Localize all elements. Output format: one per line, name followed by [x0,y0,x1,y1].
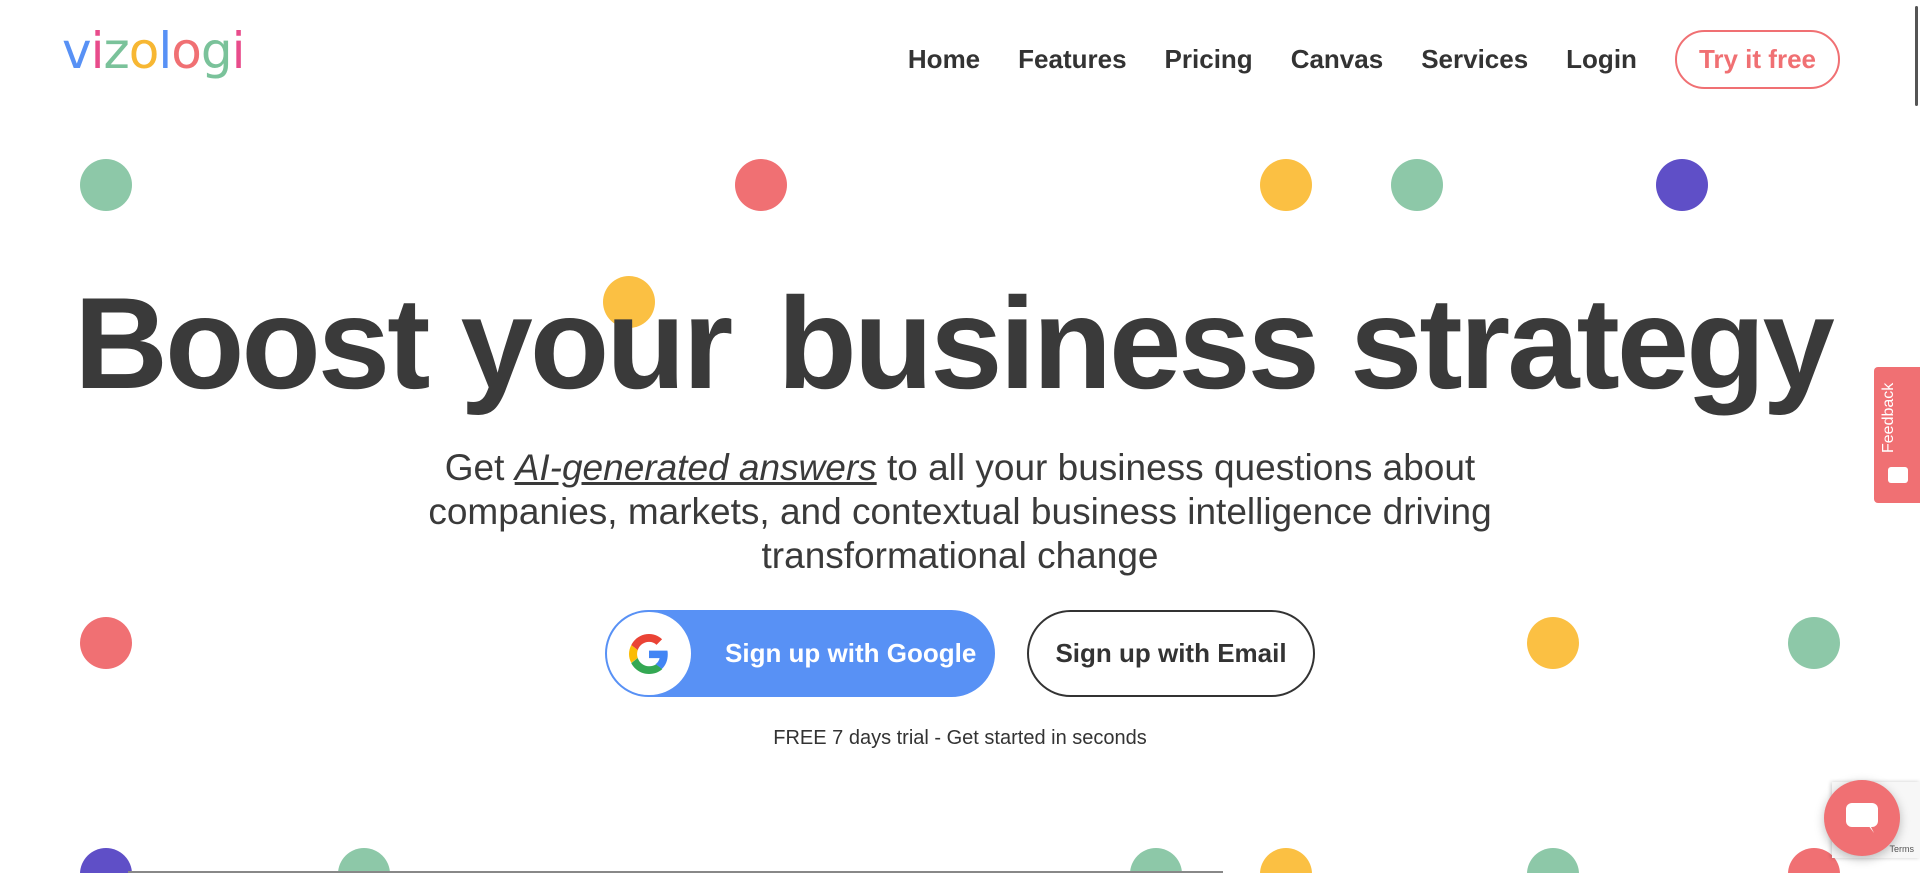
decorative-dot [338,848,390,873]
nav-canvas[interactable]: Canvas [1291,44,1384,75]
decorative-dot [80,159,132,211]
sign-up-google-button[interactable]: Sign up with Google [605,610,995,697]
logo-letter: i [90,22,105,80]
scrollbar-thumb[interactable] [1915,6,1918,106]
headline-plain: Boost your [74,270,733,416]
nav-home[interactable]: Home [908,44,980,75]
chat-launcher-button[interactable] [1824,780,1900,856]
logo-letter: g [200,22,233,80]
hero-subtitle: Get AI-generated answers to all your bus… [360,446,1560,578]
nav-pricing[interactable]: Pricing [1165,44,1253,75]
trial-note: FREE 7 days trial - Get started in secon… [773,727,1147,749]
signup-buttons: Sign up with Google Sign up with Email [0,610,1920,697]
decorative-dot [735,159,787,211]
logo-letter: o [171,22,202,80]
recaptcha-terms[interactable]: Terms [1890,844,1915,854]
logo-letter: z [103,22,130,80]
try-it-free-button[interactable]: Try it free [1674,30,1840,89]
decorative-dot [1130,848,1182,873]
sign-up-email-button[interactable]: Sign up with Email [1027,610,1315,697]
subtitle-ai-link[interactable]: AI-generated answers [515,447,877,488]
vizologi-logo[interactable]: vizologi [62,22,245,80]
decorative-dot [1527,848,1579,873]
feedback-icon [1888,467,1908,483]
decorative-dot [1656,159,1708,211]
logo-letter: v [62,22,92,80]
feedback-label: Feedback [1880,382,1897,453]
feedback-tab[interactable]: Feedback [1874,367,1920,503]
chat-bubble-icon [1846,803,1878,833]
decorative-dot [1391,159,1443,211]
google-button-label: Sign up with Google [725,638,977,668]
decorative-dot [1260,159,1312,211]
nav-login[interactable]: Login [1566,44,1637,75]
main-nav: Home Features Pricing Canvas Services Lo… [908,30,1840,89]
decorative-dot [1260,848,1312,873]
subtitle-before: Get [444,447,505,488]
logo-letter: l [158,22,172,80]
headline-highlight: business strategy [763,268,1845,418]
decorative-dot [80,848,132,873]
hero-headline: Boost your business strategy [0,268,1920,418]
nav-features[interactable]: Features [1018,44,1126,75]
logo-letter: o [128,22,160,80]
logo-letter: i [231,22,246,80]
nav-services[interactable]: Services [1421,44,1528,75]
google-icon [607,612,691,695]
